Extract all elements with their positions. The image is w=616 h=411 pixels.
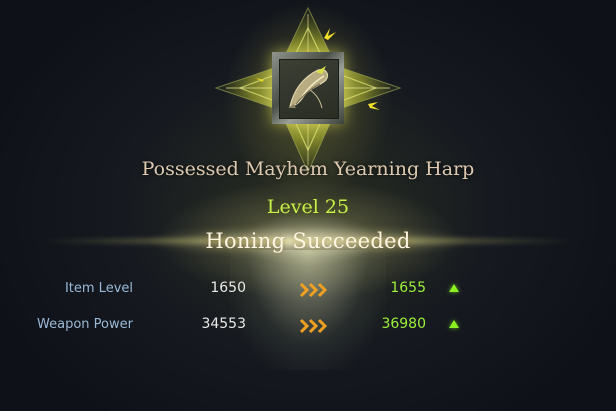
honing-result-screen: Possessed Mayhem Yearning Harp Level 25 … (0, 0, 616, 411)
triple-arrow-icon (299, 318, 329, 334)
increase-arrow-icon (449, 284, 459, 292)
item-icon-frame (272, 52, 344, 124)
stat-row-weapon-power: Weapon Power 34553 36980 (0, 315, 616, 337)
stat-new-value: 1655 (390, 280, 426, 296)
stat-old-value: 34553 (201, 316, 246, 332)
stat-row-item-level: Item Level 1650 1655 (0, 279, 616, 301)
stat-old-value: 1650 (210, 280, 246, 296)
stat-label: Weapon Power (37, 317, 133, 332)
stat-new-value: 36980 (381, 316, 426, 332)
triple-arrow-icon (299, 282, 329, 298)
item-name: Possessed Mayhem Yearning Harp (141, 158, 475, 180)
honing-level: Level 25 (266, 196, 350, 218)
stat-label: Item Level (64, 281, 133, 296)
honing-result-title: Honing Succeeded (205, 229, 411, 253)
harp-weapon-icon (279, 59, 339, 119)
increase-arrow-icon (449, 320, 459, 328)
glow-effect (230, 250, 386, 370)
